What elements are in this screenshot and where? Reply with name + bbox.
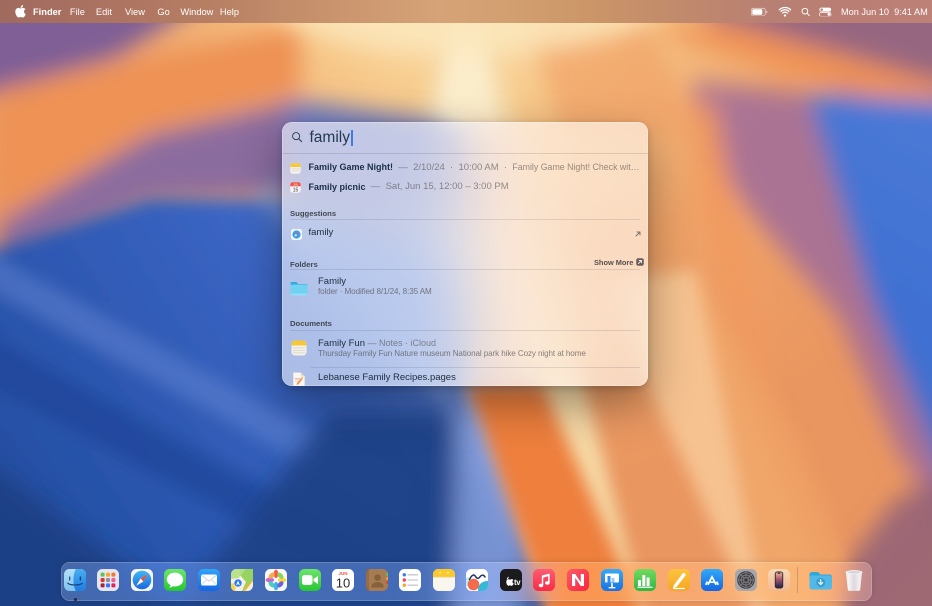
svg-text:JUN: JUN	[293, 183, 298, 186]
svg-text:tv: tv	[514, 578, 521, 587]
svg-text:15: 15	[293, 187, 299, 193]
svg-text:10: 10	[336, 576, 350, 591]
